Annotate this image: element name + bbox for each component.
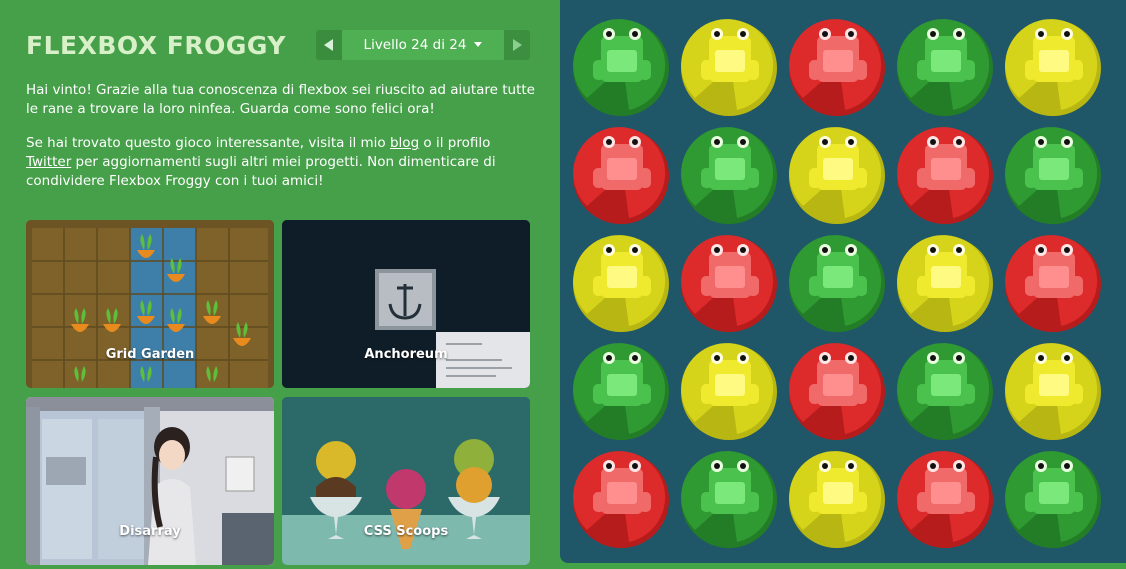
share-text-1: Se hai trovato questo gioco interessante… bbox=[26, 135, 390, 151]
caret-down-icon bbox=[474, 42, 483, 47]
lilypad-green bbox=[681, 451, 777, 548]
lilypad-yellow bbox=[1005, 343, 1101, 440]
lilypad-yellow bbox=[897, 235, 993, 332]
anchoreum-thumbnail bbox=[282, 220, 530, 388]
css-scoops-thumbnail bbox=[282, 397, 530, 565]
lilypad-green bbox=[789, 235, 885, 332]
lilypad-red bbox=[897, 127, 993, 224]
lilypad-yellow bbox=[1005, 19, 1101, 116]
lilypad-green bbox=[573, 343, 669, 440]
level-navigation: Livello 24 di 24 bbox=[316, 30, 530, 60]
anchoreum-label: Anchoreum bbox=[364, 347, 448, 362]
blog-link[interactable]: blog bbox=[390, 135, 419, 151]
level-indicator[interactable]: Livello 24 di 24 bbox=[342, 30, 504, 60]
lilypad-green bbox=[1005, 127, 1101, 224]
lilypad-yellow bbox=[681, 19, 777, 116]
lilypad-green bbox=[573, 19, 669, 116]
next-level-button[interactable] bbox=[504, 30, 530, 60]
grid-garden-thumbnail bbox=[26, 220, 274, 388]
lilypad-red bbox=[573, 127, 669, 224]
game-card-css-scoops[interactable]: CSS Scoops bbox=[282, 397, 530, 565]
lilypad-yellow bbox=[789, 127, 885, 224]
lilypad-yellow bbox=[681, 343, 777, 440]
grid-garden-label: Grid Garden bbox=[105, 347, 195, 362]
lilypad-yellow bbox=[789, 451, 885, 548]
triangle-left-icon bbox=[324, 39, 333, 51]
sidebar: FLEXBOX FROGGY Livello 24 di 24 Hai vint… bbox=[0, 0, 560, 569]
win-message: Hai vinto! Grazie alla tua conoscenza di… bbox=[26, 82, 535, 117]
lilypad-red bbox=[681, 235, 777, 332]
lilypad-red bbox=[1005, 235, 1101, 332]
disarray-label: Disarray bbox=[119, 524, 181, 539]
game-card-anchoreum[interactable]: Anchoreum bbox=[282, 220, 530, 388]
triangle-right-icon bbox=[513, 39, 522, 51]
lilypad-red bbox=[897, 451, 993, 548]
lilypad-red bbox=[789, 343, 885, 440]
game-card-grid-garden[interactable]: Grid Garden bbox=[26, 220, 274, 388]
lilypad-yellow bbox=[573, 235, 669, 332]
lilypad-red bbox=[573, 451, 669, 548]
share-message: Se hai trovato questo gioco interessante… bbox=[26, 134, 536, 191]
level-label: Livello 24 di 24 bbox=[363, 37, 467, 53]
share-text-3: per aggiornamenti sugli altri miei proge… bbox=[26, 154, 496, 189]
lilypad-green bbox=[897, 343, 993, 440]
lilypad-green bbox=[897, 19, 993, 116]
css-scoops-label: CSS Scoops bbox=[363, 524, 449, 539]
disarray-thumbnail bbox=[26, 397, 274, 565]
previous-level-button[interactable] bbox=[316, 30, 342, 60]
lilypad-green bbox=[681, 127, 777, 224]
game-title: FLEXBOX FROGGY bbox=[26, 31, 286, 60]
game-card-disarray[interactable]: Disarray bbox=[26, 397, 274, 565]
twitter-link[interactable]: Twitter bbox=[26, 154, 71, 170]
share-text-2: o il profilo bbox=[419, 135, 491, 151]
lilypad-green bbox=[1005, 451, 1101, 548]
lilypad-red bbox=[789, 19, 885, 116]
